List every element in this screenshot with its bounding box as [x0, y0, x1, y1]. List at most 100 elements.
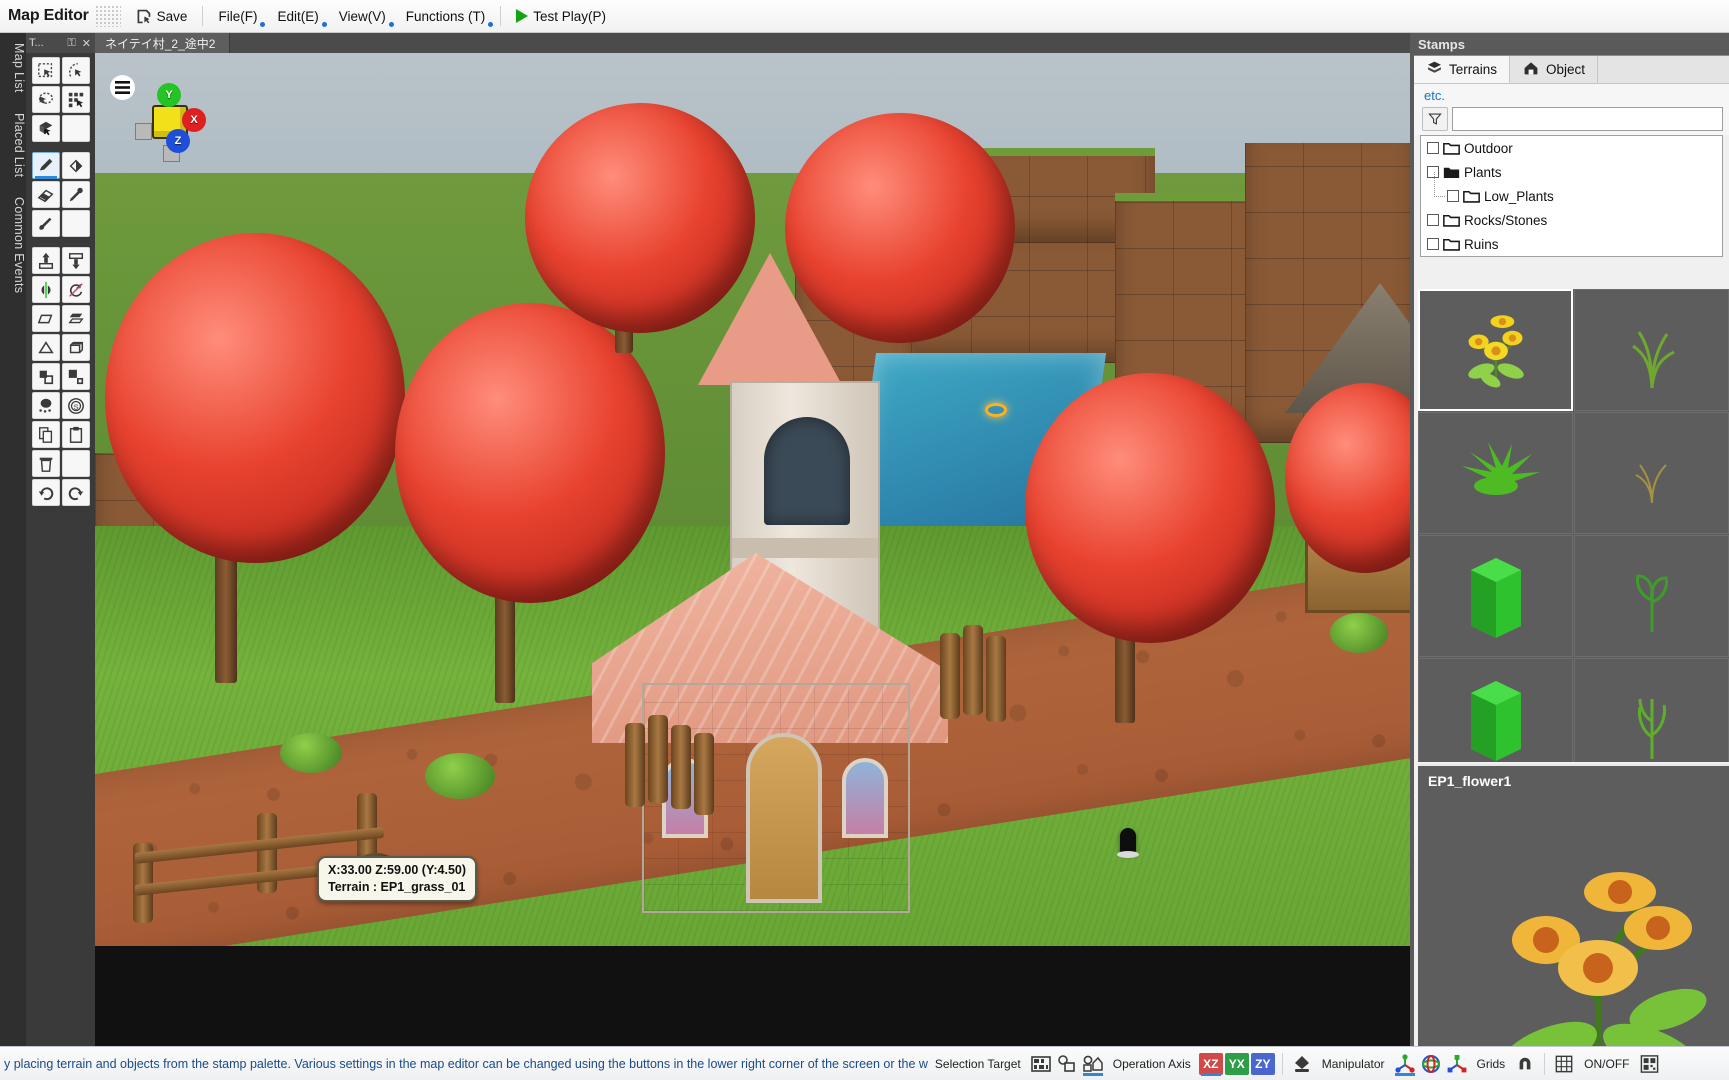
copy-tool[interactable] [31, 421, 60, 448]
stamp-thumb-tall-grass[interactable] [1574, 658, 1729, 762]
funnel-icon[interactable] [1422, 107, 1448, 131]
manipulator-move-button[interactable] [1392, 1051, 1418, 1077]
pen-tool[interactable] [31, 152, 60, 179]
tree-node-low-plants[interactable]: Low_Plants [1421, 172, 1722, 208]
stamp-thumb-green-block-1[interactable] [1418, 535, 1573, 657]
group-tool[interactable] [31, 363, 60, 390]
eraser-tool[interactable] [31, 181, 60, 208]
church-window [842, 758, 888, 838]
ungroup-tool[interactable] [61, 363, 90, 390]
axis-zy-button[interactable]: ZY [1250, 1051, 1276, 1077]
gizmo-negative-x[interactable] [135, 123, 152, 140]
stamp-icon[interactable] [1289, 1051, 1315, 1077]
pin-icon[interactable]: ⚿ [66, 37, 76, 50]
tree-node-rocks-stones[interactable]: Rocks/Stones [1421, 208, 1722, 232]
viewport-menu-button[interactable] [110, 75, 135, 100]
gizmo-axis-y[interactable]: Y [157, 83, 181, 107]
slope-tool[interactable] [31, 305, 60, 332]
app-title: Map Editor [8, 7, 89, 24]
manipulator-scale-button[interactable] [1444, 1051, 1470, 1077]
stamp-thumb-grass-tuft[interactable] [1574, 289, 1729, 411]
fill-tool[interactable] [61, 152, 90, 179]
rect-select-tool[interactable] [31, 57, 60, 84]
redo-tool[interactable] [31, 479, 60, 506]
lasso-select-tool[interactable] [61, 57, 90, 84]
etc-link[interactable]: etc. [1414, 84, 1729, 107]
axis-yx-button[interactable]: YX [1224, 1051, 1250, 1077]
gizmo-axis-z[interactable]: Z [166, 129, 190, 153]
menu-view[interactable]: View(V) [329, 4, 396, 29]
filter-input[interactable] [1452, 107, 1723, 131]
checkbox[interactable] [1427, 238, 1439, 250]
save-button[interactable]: Save [125, 4, 198, 29]
ramp-tool[interactable] [31, 334, 60, 361]
house-icon [1522, 60, 1540, 79]
brush-cursor [1117, 828, 1139, 858]
ellipse-select-tool[interactable] [31, 86, 60, 113]
delete-tool[interactable] [31, 450, 60, 477]
stamp-thumbnail-grid [1418, 289, 1729, 762]
stamp-thumb-sprout[interactable] [1574, 535, 1729, 657]
map-tab-bar: ネイテイ村_2_途中2 [95, 33, 1410, 53]
checkbox[interactable] [1447, 190, 1459, 202]
checkbox[interactable] [1427, 214, 1439, 226]
placement-marker [985, 403, 1007, 417]
svg-text:S: S [73, 402, 78, 411]
eyedropper-tool[interactable] [61, 181, 90, 208]
magnet-icon[interactable] [1512, 1051, 1538, 1077]
tab-terrains[interactable]: Terrains [1414, 56, 1511, 83]
grid-select-tool[interactable] [61, 86, 90, 113]
axis-gizmo[interactable]: Y X Z [135, 79, 207, 162]
grid-icon[interactable] [1551, 1051, 1577, 1077]
tree-node-outdoor[interactable]: Outdoor [1421, 136, 1722, 160]
folder-icon [1443, 141, 1460, 155]
stamp-category-tree[interactable]: Outdoor Plants Low_Plants Rocks/Stones R… [1420, 135, 1723, 257]
church-door [746, 733, 822, 903]
toolbar-drag-grip[interactable] [94, 5, 121, 27]
axis-xz-button[interactable]: XZ [1198, 1051, 1224, 1077]
rotate-tool[interactable] [61, 276, 90, 303]
test-play-button[interactable]: Test Play(P) [506, 4, 616, 29]
tab-object[interactable]: Object [1510, 56, 1599, 83]
close-icon[interactable]: ✕ [81, 37, 92, 50]
shop-tool[interactable]: S [61, 392, 90, 419]
select-object-button[interactable] [1054, 1051, 1080, 1077]
mirror-vertical-tool[interactable] [31, 276, 60, 303]
tree-node-ruins[interactable]: Ruins [1421, 232, 1722, 256]
sidebar-tab-placed-list[interactable]: Placed List [0, 103, 26, 187]
panel-toggle-icon[interactable] [1637, 1051, 1663, 1077]
gizmo-axis-x[interactable]: X [182, 108, 206, 132]
tool-panel-header: T... ⚿ ✕ [26, 33, 95, 53]
bush [425, 753, 495, 799]
stamp-thumb-green-block-2[interactable] [1418, 658, 1573, 762]
layer-tool[interactable] [61, 305, 90, 332]
tooltip-terrain: Terrain : EP1_grass_01 [328, 879, 466, 894]
paste-tool[interactable] [61, 421, 90, 448]
stamps-tab-row: Terrains Object [1414, 56, 1729, 84]
menu-functions[interactable]: Functions (T) [396, 4, 496, 29]
stamp-thumb-dry-grass[interactable] [1574, 412, 1729, 534]
tree-node-plants[interactable]: Plants [1421, 160, 1722, 184]
sidebar-tab-common-events[interactable]: Common Events [0, 187, 26, 303]
stamp-thumb-flower-yellow[interactable] [1418, 289, 1573, 411]
raise-terrain-tool[interactable] [31, 247, 60, 274]
tool-panel-title: T... [29, 37, 44, 49]
manipulator-rotate-button[interactable] [1418, 1051, 1444, 1077]
object-select-tool[interactable] [31, 115, 60, 142]
menu-edit[interactable]: Edit(E) [267, 4, 328, 29]
lower-terrain-tool[interactable] [61, 247, 90, 274]
brush-tool[interactable] [31, 210, 60, 237]
map-viewport[interactable]: Y X Z X:33.00 Z:59.00 (Y:4.50) Terrain :… [95, 53, 1410, 946]
stamp-thumb-green-leaf[interactable] [1418, 412, 1573, 534]
undo-tool[interactable] [61, 479, 90, 506]
checkbox[interactable] [1427, 142, 1439, 154]
map-tab[interactable]: ネイテイ村_2_途中2 [95, 33, 231, 53]
select-terrain-button[interactable] [1028, 1051, 1054, 1077]
scatter-tool[interactable] [31, 392, 60, 419]
grids-label: Grids [1476, 1056, 1506, 1071]
menu-file[interactable]: File(F) [208, 4, 267, 29]
tree-node-label: Rocks/Stones [1464, 212, 1548, 228]
box-tool[interactable] [61, 334, 90, 361]
select-both-button[interactable] [1080, 1051, 1106, 1077]
sidebar-tab-map-list[interactable]: Map List [0, 33, 26, 103]
